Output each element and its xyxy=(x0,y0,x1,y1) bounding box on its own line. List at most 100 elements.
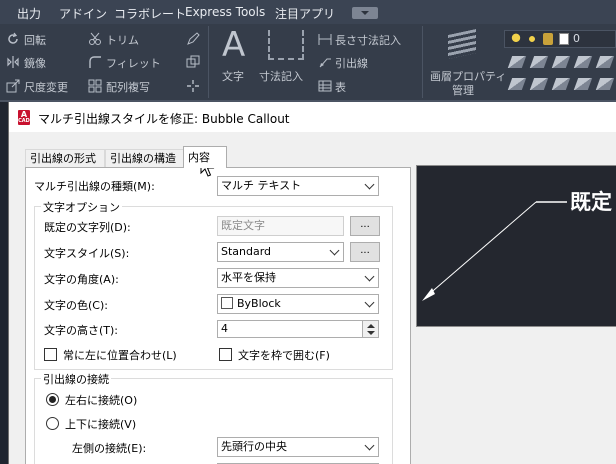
pencil-icon[interactable] xyxy=(186,32,200,46)
text-style-value: Standard xyxy=(221,245,272,258)
leader-icon[interactable] xyxy=(318,55,332,69)
text-height-value: 4 xyxy=(221,322,228,335)
dialog-title: マルチ引出線スタイルを修正: Bubble Callout xyxy=(38,112,290,126)
left-attachment-select[interactable]: 先頭行の中央 xyxy=(217,437,379,457)
rotate-label[interactable]: 回転 xyxy=(24,32,46,48)
chevron-down-icon xyxy=(364,179,375,190)
layer-dropdown[interactable]: 0 xyxy=(504,30,616,48)
always-left-justify-label[interactable]: 常に左に位置合わせ(L) xyxy=(63,347,177,363)
chevron-down-icon xyxy=(329,245,340,256)
sun-icon[interactable] xyxy=(527,33,537,45)
modify-mleader-style-dialog: A CAD マルチ引出線スタイルを修正: Bubble Callout 引出線の… xyxy=(8,102,616,464)
content-type-value: マルチ テキスト xyxy=(221,179,302,192)
ribbon-separator xyxy=(208,26,209,98)
ribbon-separator-2 xyxy=(422,26,423,98)
menu-express-tools[interactable]: Express Tools xyxy=(185,5,265,19)
tab-leader-structure[interactable]: 引出線の構造 xyxy=(105,149,185,167)
text-style-browse-button[interactable]: ... xyxy=(350,242,380,262)
content-tab-panel: マルチ引出線の種類(M): マルチ テキスト 文字オプション 既定の文字列(D)… xyxy=(25,167,411,464)
layer-tool-icon[interactable] xyxy=(507,78,527,90)
spin-down-icon[interactable] xyxy=(367,331,375,335)
dialog-titlebar[interactable]: A CAD マルチ引出線スタイルを修正: Bubble Callout xyxy=(9,102,616,132)
trim-label[interactable]: トリム xyxy=(106,32,139,48)
fillet-icon[interactable] xyxy=(88,55,102,69)
default-text-browse-button[interactable]: ... xyxy=(350,216,380,236)
text-height-spinner[interactable] xyxy=(362,321,378,337)
layer-tool-icon[interactable] xyxy=(529,78,549,90)
table-small-icon[interactable] xyxy=(318,79,332,93)
dimension-icon[interactable] xyxy=(268,30,304,60)
copy-icon[interactable] xyxy=(186,55,200,69)
chevron-down-icon xyxy=(364,271,375,282)
autocad-app-icon: A CAD xyxy=(18,110,30,125)
text-label[interactable]: 文字 xyxy=(222,68,244,84)
text-color-value: ByBlock xyxy=(237,297,281,310)
default-text-value: 既定文字 xyxy=(221,219,265,232)
chevron-down-icon xyxy=(364,440,375,451)
vertical-attachment-radio[interactable] xyxy=(46,417,59,430)
layer-tool-icon[interactable] xyxy=(595,78,615,90)
trim-icon[interactable] xyxy=(88,32,102,46)
spin-up-icon[interactable] xyxy=(367,324,375,328)
frame-text-label[interactable]: 文字を枠で囲む(F) xyxy=(238,347,330,363)
text-height-label: 文字の高さ(T): xyxy=(44,324,119,337)
rotate-icon[interactable] xyxy=(6,32,20,46)
layer-tool-icon[interactable] xyxy=(551,56,571,68)
layer-value: 0 xyxy=(573,32,580,45)
lock-icon[interactable] xyxy=(543,33,553,45)
linear-dimension-icon[interactable] xyxy=(318,32,332,46)
light-bulb-icon[interactable] xyxy=(511,33,521,45)
menu-featured-apps[interactable]: 注目アプリ xyxy=(275,5,335,22)
chevron-down-icon xyxy=(364,297,375,308)
text-color-select[interactable]: ByBlock xyxy=(217,294,379,314)
layer-properties-label-2[interactable]: 管理 xyxy=(452,82,474,98)
layer-tool-icon[interactable] xyxy=(529,56,549,68)
fillet-label[interactable]: フィレット xyxy=(106,55,161,71)
horizontal-attachment-label[interactable]: 左右に接続(O) xyxy=(65,392,137,408)
tab-leader-format[interactable]: 引出線の形式 xyxy=(25,149,105,167)
vertical-attachment-label[interactable]: 上下に接続(V) xyxy=(65,416,136,432)
always-left-justify-checkbox[interactable] xyxy=(44,348,57,361)
leader-label[interactable]: 引出線 xyxy=(335,55,368,71)
horizontal-attachment-radio[interactable] xyxy=(46,393,59,406)
text-angle-select[interactable]: 水平を保持 xyxy=(217,268,379,288)
layer-tool-icon[interactable] xyxy=(551,78,571,90)
left-attachment-value: 先頭行の中央 xyxy=(221,440,287,453)
menu-bar: 出力 アドイン コラボレート Express Tools 注目アプリ xyxy=(0,0,616,24)
scale-icon[interactable] xyxy=(6,79,20,93)
app-icon-sub: CAD xyxy=(18,118,30,124)
layer-tool-icon[interactable] xyxy=(573,78,593,90)
text-angle-value: 水平を保持 xyxy=(221,271,276,284)
layer-color-icon xyxy=(559,33,569,45)
menu-collaborate[interactable]: コラボレート xyxy=(114,5,186,22)
default-text-label: 既定の文字列(D): xyxy=(44,221,131,234)
text-height-field[interactable]: 4 xyxy=(217,320,379,338)
default-text-field[interactable]: 既定文字 xyxy=(217,216,344,236)
menu-addins[interactable]: アドイン xyxy=(59,5,107,22)
tab-content[interactable]: 内容 xyxy=(183,146,227,168)
mirror-label[interactable]: 鏡像 xyxy=(24,55,46,71)
layer-tool-icon[interactable] xyxy=(507,56,527,68)
mirror-icon[interactable] xyxy=(6,55,20,69)
array-label[interactable]: 配列複写 xyxy=(106,79,150,95)
table-label[interactable]: 表 xyxy=(335,79,346,95)
text-icon[interactable]: A xyxy=(222,28,245,62)
workspace-dropdown-icon[interactable] xyxy=(352,7,378,19)
layer-tool-icon[interactable] xyxy=(573,56,593,68)
linear-dimension-label[interactable]: 長さ寸法記入 xyxy=(335,32,401,48)
array-icon[interactable] xyxy=(88,79,102,93)
layer-properties-icon[interactable] xyxy=(448,29,476,59)
layer-tool-icon[interactable] xyxy=(595,56,615,68)
leader-connection-group: 引出線の接続 左右に接続(O) 上下に接続(V) 左側の接続(E): 先頭行の中… xyxy=(34,371,393,464)
content-type-select[interactable]: マルチ テキスト xyxy=(217,176,379,196)
menu-output[interactable]: 出力 xyxy=(17,5,41,22)
explode-icon[interactable] xyxy=(186,79,200,93)
ribbon: 回転 鏡像 尺度変更 トリム フィレット 配列複写 A 文字 寸法記入 長さ寸法… xyxy=(0,24,616,100)
text-style-select[interactable]: Standard xyxy=(217,242,344,262)
text-options-group: 文字オプション 既定の文字列(D): 既定文字 ... 文字スタイル(S): S… xyxy=(34,199,393,370)
dimension-label[interactable]: 寸法記入 xyxy=(259,68,303,84)
text-color-label: 文字の色(C): xyxy=(44,299,108,312)
style-preview: 既定 xyxy=(416,165,616,327)
scale-label[interactable]: 尺度変更 xyxy=(24,79,68,95)
frame-text-checkbox[interactable] xyxy=(219,348,232,361)
